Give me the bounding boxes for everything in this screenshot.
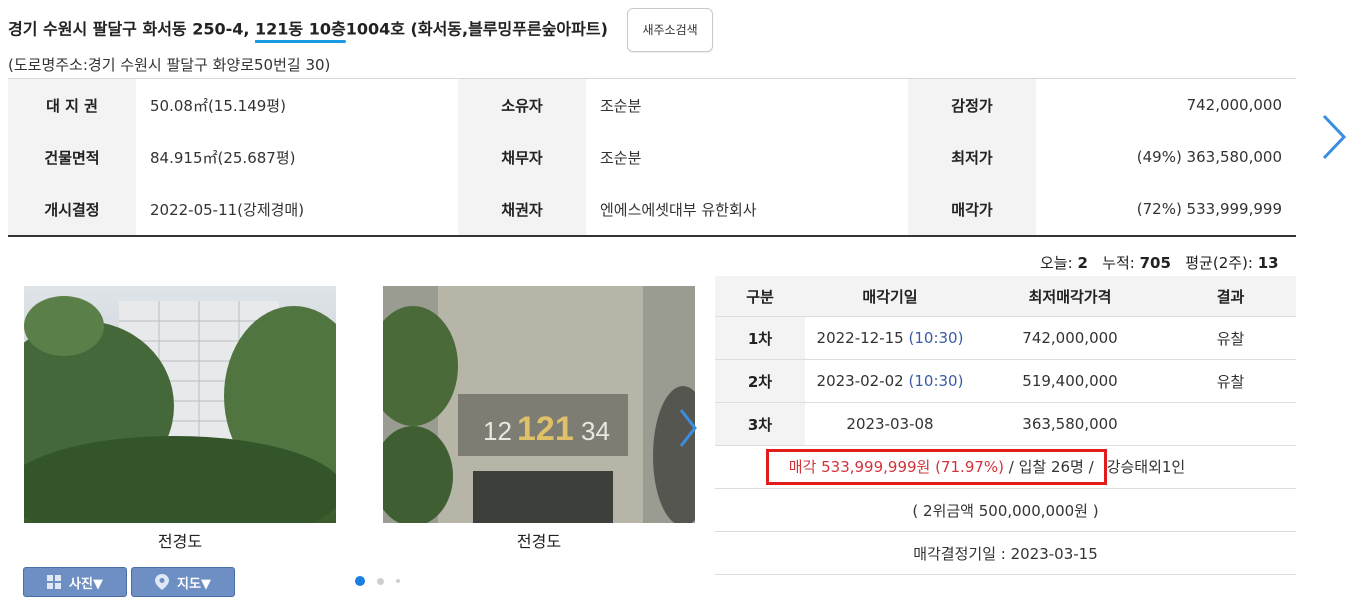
minimum-price-label: 최저가 [908, 131, 1036, 183]
sale-result-cell: 매각 533,999,999원 (71.97%) / 입찰 26명 / 강승태외… [715, 445, 1296, 489]
bidder-count-text: / 입찰 26명 / [1004, 458, 1094, 476]
sale-date-cell: 2023-02-02 (10:30) [805, 359, 975, 403]
minimum-price-value: (49%) 363,580,000 [1136, 148, 1282, 166]
table-row: 3차 2023-03-08 363,580,000 [715, 402, 1296, 446]
carousel-pagination [355, 576, 400, 586]
carousel-dot[interactable] [396, 579, 400, 583]
round-cell: 1차 [715, 316, 805, 360]
min-price-header: 최저매각가격 [975, 276, 1165, 317]
sale-price-label: 매각가 [908, 183, 1036, 236]
price-cell: 742,000,000 [975, 316, 1165, 360]
debtor-label: 채무자 [458, 131, 586, 183]
address-unit: 121동 10층 [255, 19, 346, 39]
start-decision-value: 2022-05-11(강제경매) [150, 200, 305, 219]
time-text: (10:30) [908, 372, 964, 390]
price-cell: 363,580,000 [975, 402, 1165, 446]
today-count: 2 [1077, 254, 1088, 272]
result-cell: 유찰 [1165, 359, 1296, 403]
result-cell: 유찰 [1165, 316, 1296, 360]
decision-date-row: 매각결정기일 : 2023-03-15 [715, 531, 1296, 575]
total-label: 누적: [1102, 254, 1135, 272]
map-menu-label: 지도▼ [177, 576, 211, 592]
table-row: 2차 2023-02-02 (10:30) 519,400,000 유찰 [715, 359, 1296, 403]
photo-menu-label: 사진▼ [69, 576, 103, 592]
appraisal-label: 감정가 [908, 78, 1036, 131]
avg-count: 13 [1257, 254, 1279, 272]
sale-result-text: 매각 533,999,999원 (71.97%) [788, 458, 1005, 476]
creditor-value: 엔에스에셋대부 유한회사 [600, 200, 757, 219]
result-header: 결과 [1165, 276, 1296, 317]
address-suffix: 1004호 (화서동,블루밍푸른숲아파트) [345, 19, 608, 39]
land-right-label: 대 지 권 [8, 78, 136, 131]
start-decision-label: 개시결정 [8, 183, 136, 236]
grid-icon [47, 575, 62, 589]
building-sign-photo[interactable]: 12 121 34 [383, 286, 695, 523]
map-pin-icon [155, 574, 170, 590]
new-address-search-button[interactable]: 새주소검색 [627, 8, 713, 52]
info-row: 건물면적 84.915㎡(25.687평) 채무자 조순분 최저가 (49%) … [8, 131, 1296, 183]
bid-table-header: 구분 매각기일 최저매각가격 결과 [715, 276, 1296, 317]
winner-text: 강승태외1인 [1106, 458, 1186, 476]
carousel-dot[interactable] [355, 576, 365, 586]
avg-label: 평균(2주): [1185, 254, 1253, 272]
apartment-building-image [24, 296, 336, 523]
info-row: 개시결정 2022-05-11(강제경매) 채권자 엔에스에셋대부 유한회사 매… [8, 183, 1296, 236]
building-area-value: 84.915㎡(25.687평) [150, 148, 296, 167]
photo-caption: 전경도 [516, 532, 562, 551]
sign-right-number: 34 [581, 416, 610, 446]
property-address: 경기 수원시 팔달구 화서동 250-4, 121동 10층1004호 (화서동… [8, 8, 1298, 52]
sale-result-row: 매각 533,999,999원 (71.97%) / 입찰 26명 / 강승태외… [715, 445, 1296, 489]
land-right-value: 50.08㎡(15.149평) [150, 96, 286, 115]
property-info-table: 대 지 권 50.08㎡(15.149평) 소유자 조순분 감정가 742,00… [8, 78, 1296, 237]
view-stats: 오늘: 2 누적: 705 평균(2주): 13 [1040, 252, 1279, 273]
sale-price-value: (72%) 533,999,999 [1136, 200, 1282, 218]
road-address: (도로명주소:경기 수원시 팔달구 화양로50번길 30) [8, 56, 331, 74]
decision-date-text: 매각결정기일 : 2023-03-15 [715, 531, 1296, 575]
second-bid-text: ( 2위금액 500,000,000원 ) [715, 488, 1296, 532]
map-menu-button[interactable]: 지도▼ [131, 567, 235, 597]
sale-date-cell: 2023-03-08 [805, 402, 975, 446]
round-header: 구분 [715, 276, 805, 317]
owner-value: 조순분 [600, 96, 642, 115]
date-text: 2023-02-02 [816, 372, 904, 390]
date-text: 2022-12-15 [816, 329, 904, 347]
round-cell: 3차 [715, 402, 805, 446]
date-text: 2023-03-08 [846, 415, 934, 433]
owner-label: 소유자 [458, 78, 586, 131]
appraisal-value: 742,000,000 [1186, 96, 1282, 114]
photo-caption: 전경도 [157, 532, 203, 551]
bid-history-table: 구분 매각기일 최저매각가격 결과 1차 2022-12-15 (10:30) … [715, 276, 1296, 575]
exterior-photo[interactable] [24, 286, 336, 523]
sale-date-header: 매각기일 [805, 276, 975, 317]
property-header: 경기 수원시 팔달구 화서동 250-4, 121동 10층1004호 (화서동… [8, 8, 1298, 76]
debtor-value: 조순분 [600, 148, 642, 167]
sale-result-highlight: 매각 533,999,999원 (71.97%) / 입찰 26명 / [765, 449, 1107, 485]
building-entrance-image: 12 121 34 [383, 286, 695, 523]
carousel-dot[interactable] [377, 577, 384, 585]
second-bid-row: ( 2위금액 500,000,000원 ) [715, 488, 1296, 532]
round-cell: 2차 [715, 359, 805, 403]
sign-main-number: 121 [517, 410, 574, 448]
carousel-next-icon[interactable] [676, 406, 700, 450]
info-row: 대 지 권 50.08㎡(15.149평) 소유자 조순분 감정가 742,00… [8, 78, 1296, 131]
price-cell: 519,400,000 [975, 359, 1165, 403]
sale-date-cell: 2022-12-15 (10:30) [805, 316, 975, 360]
address-prefix: 경기 수원시 팔달구 화서동 250-4, [8, 19, 256, 39]
result-cell [1165, 402, 1296, 446]
chevron-right-icon[interactable] [1318, 112, 1348, 162]
today-label: 오늘: [1040, 254, 1073, 272]
time-text: (10:30) [908, 329, 964, 347]
table-row: 1차 2022-12-15 (10:30) 742,000,000 유찰 [715, 316, 1296, 360]
photo-menu-button[interactable]: 사진▼ [23, 567, 127, 597]
sign-left-number: 12 [483, 416, 512, 446]
building-area-label: 건물면적 [8, 131, 136, 183]
total-count: 705 [1139, 254, 1171, 272]
creditor-label: 채권자 [458, 183, 586, 236]
